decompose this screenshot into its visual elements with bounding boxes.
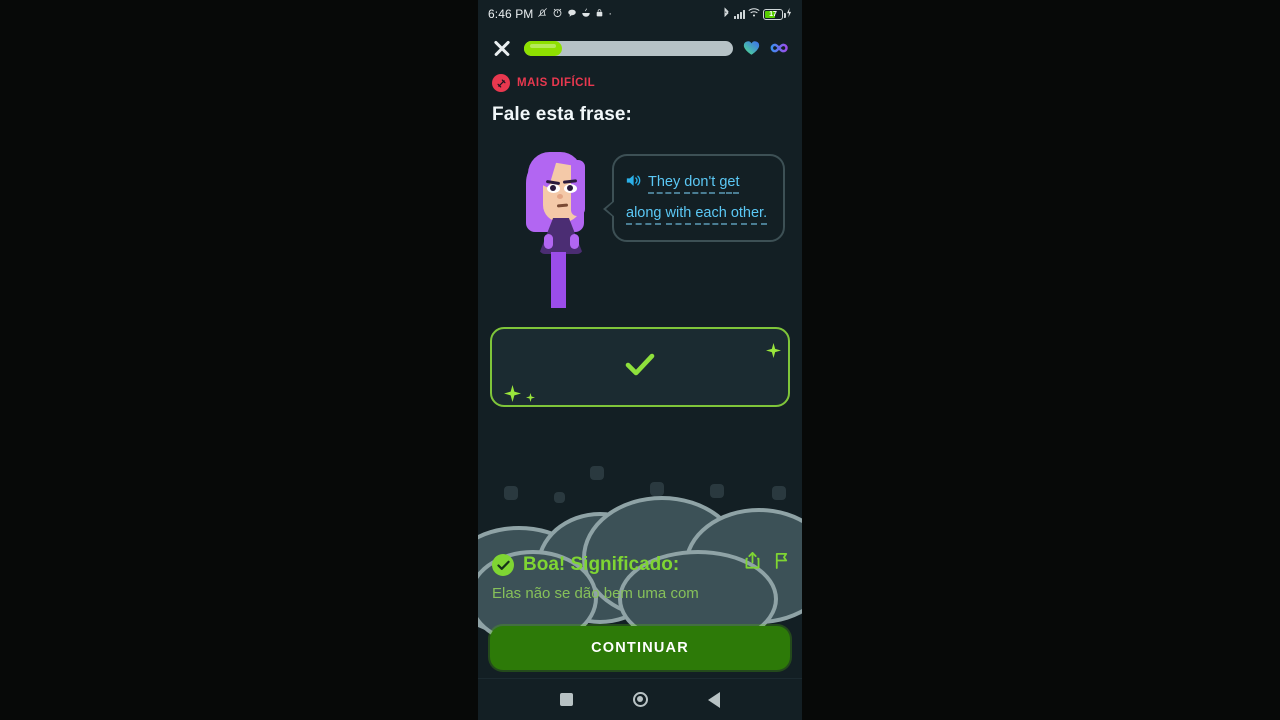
- lesson-progress-bar: [524, 40, 733, 56]
- character-stand: [551, 252, 566, 308]
- infinity-icon[interactable]: [770, 41, 790, 55]
- character-eye-right: [564, 184, 577, 193]
- confetti-square: [504, 486, 518, 500]
- battery-level: 17: [769, 10, 777, 18]
- sentence-word[interactable]: They: [648, 174, 681, 194]
- battery-icon: 17: [763, 8, 786, 20]
- confetti-square: [710, 484, 724, 498]
- triangle-back-icon[interactable]: [708, 691, 720, 708]
- confetti-square: [590, 466, 604, 480]
- answer-box[interactable]: [490, 327, 790, 407]
- lock-icon: [595, 8, 604, 21]
- result-title: Boa! Significado:: [523, 554, 680, 575]
- charging-icon: [786, 7, 792, 21]
- android-navigation-bar: [478, 678, 802, 720]
- character-eye-left: [547, 184, 560, 193]
- confetti-square: [554, 492, 565, 503]
- close-icon[interactable]: [490, 36, 514, 60]
- sentence-word[interactable]: don't: [684, 174, 716, 194]
- confetti-square: [772, 486, 786, 500]
- chat-icon: [567, 8, 577, 21]
- character-avatar: [516, 148, 594, 308]
- result-header: Boa! Significado:: [478, 551, 802, 576]
- flag-icon[interactable]: [773, 551, 790, 575]
- heart-icon[interactable]: [743, 40, 760, 56]
- character-nose: [557, 194, 563, 199]
- bowl-icon: [581, 8, 591, 21]
- sentence-word[interactable]: get: [719, 174, 740, 194]
- status-bar: 6:46 PM · 17: [478, 0, 802, 28]
- lesson-header: [478, 28, 802, 64]
- alarm-icon: [552, 7, 563, 21]
- sentence-word[interactable]: other.: [730, 205, 768, 225]
- check-circle-icon: [492, 554, 514, 576]
- character-arm-left: [544, 234, 553, 249]
- wifi-icon: [748, 7, 760, 21]
- share-icon[interactable]: [744, 551, 761, 575]
- dumbbell-icon: [492, 74, 510, 92]
- character-arm-right: [570, 234, 579, 249]
- target-sentence: They don't get along with each other.: [626, 168, 769, 228]
- square-recents-icon[interactable]: [560, 693, 573, 706]
- alarm-muted-icon: [537, 7, 548, 21]
- difficulty-label: MAIS DIFÍCIL: [517, 77, 596, 89]
- status-bar-left: 6:46 PM ·: [488, 7, 612, 21]
- exercise-prompt: Fale esta frase:: [492, 104, 632, 125]
- difficulty-indicator: MAIS DIFÍCIL: [478, 64, 802, 94]
- screen-root: 6:46 PM · 17 MAIS DIFÍCIL Fale esta fras…: [0, 0, 1280, 720]
- circle-home-icon[interactable]: [633, 692, 648, 707]
- dot-icon: ·: [608, 7, 613, 20]
- result-sheet: Boa! Significado: Elas não se dão bem um…: [478, 454, 802, 688]
- confetti-square: [650, 482, 664, 496]
- speaker-icon[interactable]: [626, 170, 643, 199]
- status-bar-right: 17: [722, 6, 792, 22]
- lesson-progress-fill: [524, 40, 562, 56]
- result-meaning: Elas não se dão bem uma com: [492, 585, 699, 602]
- sparkle-icon: [526, 393, 535, 402]
- phone-viewport: 6:46 PM · 17 MAIS DIFÍCIL Fale esta fras…: [478, 0, 802, 720]
- exercise-illustration: They don't get along with each other.: [478, 148, 802, 313]
- sentence-word[interactable]: along: [626, 205, 662, 225]
- signal-icon: [734, 9, 745, 19]
- sparkle-icon: [504, 385, 521, 402]
- sentence-word[interactable]: with: [665, 205, 692, 225]
- checkmark-icon: [625, 353, 655, 382]
- sentence-word[interactable]: each: [695, 205, 727, 225]
- sparkle-icon: [766, 343, 781, 358]
- continue-button[interactable]: CONTINUAR: [490, 626, 790, 670]
- result-actions: [744, 551, 790, 575]
- speech-bubble[interactable]: They don't get along with each other.: [603, 154, 785, 242]
- status-bar-time: 6:46 PM: [488, 7, 534, 21]
- bluetooth-icon: [722, 6, 731, 22]
